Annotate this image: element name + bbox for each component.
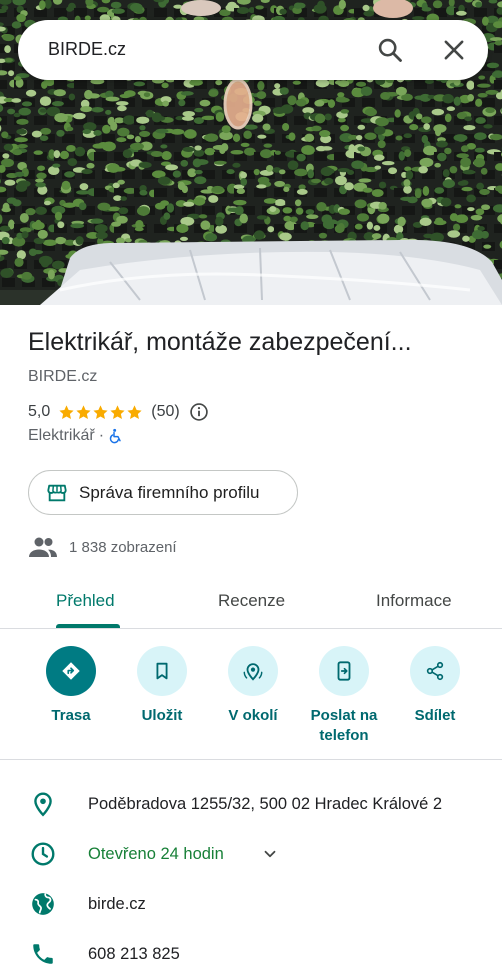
views-row: 1 838 zobrazení (28, 536, 177, 558)
send-to-phone-button[interactable]: Poslat na telefon (294, 646, 394, 746)
globe-icon (32, 893, 54, 915)
category-label: Elektrikář (28, 427, 95, 444)
save-label: Uložit (141, 707, 183, 724)
star-icon (59, 404, 74, 419)
separator-dot: · (98, 427, 105, 444)
manage-profile-label: Správa firemního profilu (79, 482, 260, 502)
active-tab-indicator (56, 624, 120, 628)
wheelchair-accessible-icon (109, 428, 121, 444)
tab-bar: Přehled Recenze Informace (0, 575, 502, 629)
send-to-phone-label: Poslat na telefon (310, 707, 378, 744)
star-icon (76, 404, 91, 419)
place-title: Elektrikář, montáže zabezpečení... (28, 328, 412, 356)
rating-value: 5,0 (28, 403, 51, 420)
location-pin-icon (34, 792, 52, 817)
phone-text: 608 213 825 (88, 944, 180, 963)
manage-profile-button[interactable]: Správa firemního profilu (28, 470, 298, 515)
chevron-down-icon[interactable] (261, 845, 279, 863)
address-row[interactable]: Poděbradova 1255/32, 500 02 Hradec Králo… (0, 789, 502, 819)
directions-label: Trasa (51, 707, 91, 724)
share-icon (426, 661, 444, 681)
share-label: Sdílet (414, 707, 456, 724)
bookmark-icon (156, 662, 168, 680)
rating-stars (58, 404, 143, 421)
people-icon (29, 537, 57, 557)
clock-icon (31, 842, 55, 866)
storefront-icon (47, 484, 67, 501)
website-text: birde.cz (88, 894, 146, 913)
address-text: Poděbradova 1255/32, 500 02 Hradec Králo… (88, 794, 443, 813)
phone-icon (33, 944, 53, 964)
rating-row[interactable]: 5,0 (50) (28, 401, 209, 423)
hours-text: Otevřeno 24 hodin (88, 844, 224, 863)
place-subtitle: BIRDE.cz (28, 368, 98, 385)
tab-reviews[interactable]: Recenze (218, 591, 285, 611)
tab-overview[interactable]: Přehled (56, 591, 115, 611)
nearby-icon (243, 663, 263, 681)
save-button[interactable]: Uložit (112, 646, 212, 726)
star-icon (110, 404, 125, 419)
review-count[interactable]: (50) (151, 403, 179, 421)
star-icon (93, 404, 108, 419)
directions-button[interactable]: Trasa (21, 646, 121, 726)
website-row[interactable]: birde.cz (0, 889, 502, 919)
search-bar[interactable]: BIRDE.cz (18, 20, 488, 80)
search-query[interactable]: BIRDE.cz (48, 39, 126, 60)
search-icon[interactable] (376, 36, 404, 64)
tab-about[interactable]: Informace (376, 591, 452, 611)
nearby-label: V okolí (228, 707, 278, 724)
send-to-phone-icon (337, 661, 351, 681)
star-icon (127, 404, 142, 419)
info-icon[interactable] (189, 402, 209, 422)
phone-row[interactable]: 608 213 825 (0, 939, 502, 969)
nearby-button[interactable]: V okolí (203, 646, 303, 726)
hours-row[interactable]: Otevřeno 24 hodin (0, 839, 502, 869)
views-count: 1 838 zobrazení (69, 538, 177, 556)
share-button[interactable]: Sdílet (385, 646, 485, 726)
action-bar: Trasa Uložit V okolí Poslat na telefon S… (0, 629, 502, 760)
close-icon[interactable] (440, 36, 468, 64)
category-row: Elektrikář · (28, 427, 124, 445)
directions-icon (62, 662, 80, 680)
